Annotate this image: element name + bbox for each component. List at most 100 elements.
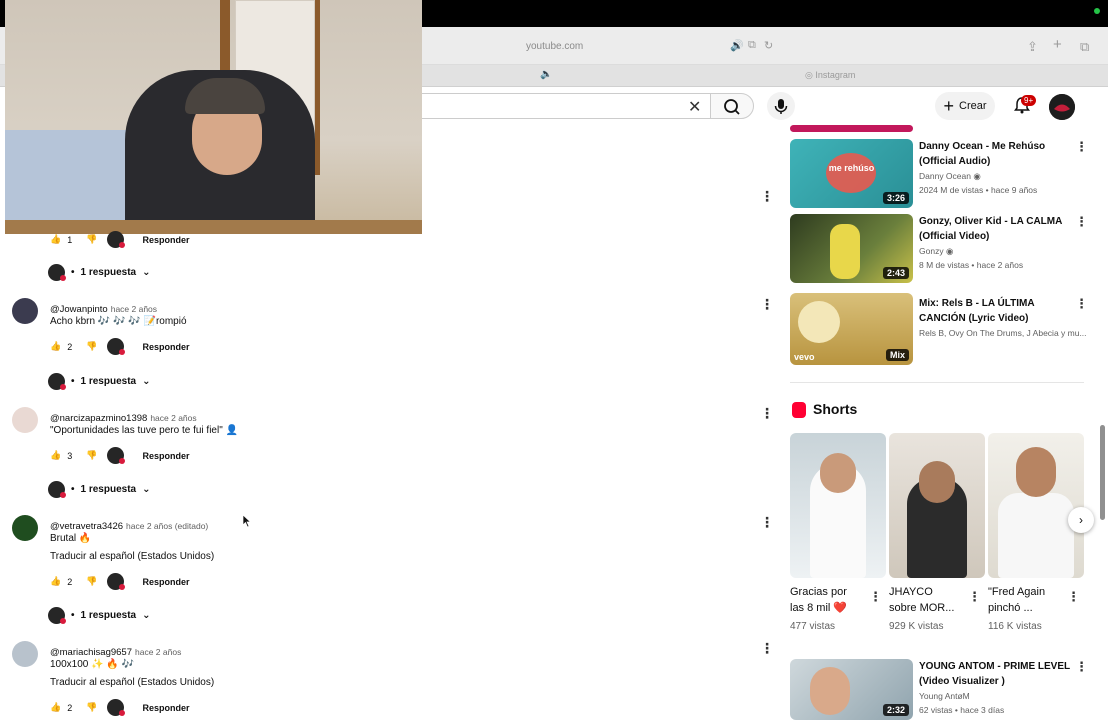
new-tab-icon[interactable]: + <box>1053 36 1062 53</box>
tab-instagram[interactable]: ◎ Instagram <box>805 70 855 81</box>
short-thumbnail[interactable] <box>790 433 886 578</box>
status-dot <box>1094 8 1100 14</box>
dislike-icon[interactable]: 👎 <box>86 234 97 245</box>
video-title-line: YOUNG ANTOM - PRIME LEVEL <box>919 661 1071 672</box>
share-icon[interactable]: ⇪ <box>1027 39 1038 55</box>
voice-search-button[interactable] <box>767 92 795 120</box>
more-actions-icon[interactable]: ⋮ <box>1075 139 1088 155</box>
speaker-icon[interactable]: 🔊 <box>730 39 744 52</box>
search-icon <box>724 99 740 115</box>
video-thumbnail-partial[interactable] <box>790 125 913 132</box>
view-replies-button[interactable]: • 1 respuesta ⌄ <box>48 607 151 624</box>
dislike-icon[interactable]: 👎 <box>86 341 97 352</box>
replies-count: 1 respuesta <box>80 267 137 278</box>
commenter-avatar[interactable] <box>12 407 38 433</box>
comment-author[interactable]: @Jowanpinto <box>50 304 108 315</box>
like-icon[interactable]: 👍 <box>50 341 61 352</box>
comment-time[interactable]: hace 2 años <box>135 647 181 657</box>
more-actions-icon[interactable]: ⋮ <box>1067 589 1080 605</box>
comment-time[interactable]: hace 2 años <box>111 304 157 314</box>
like-icon[interactable]: 👍 <box>50 576 61 587</box>
reply-button[interactable]: Responder <box>142 342 189 352</box>
video-title[interactable]: Danny Ocean - Me Rehúso (Official Audio) <box>919 139 1045 169</box>
video-thumbnail[interactable]: me rehúso 3:26 <box>790 139 913 208</box>
translate-link[interactable]: Traducir al español (Estados Unidos) <box>50 551 214 562</box>
like-icon[interactable]: 👍 <box>50 234 61 245</box>
tab-instagram-label: Instagram <box>815 70 856 80</box>
comment-time[interactable]: hace 2 años (editado) <box>126 521 208 531</box>
video-thumbnail[interactable]: vevo Mix <box>790 293 913 365</box>
view-replies-button[interactable]: • 1 respuesta ⌄ <box>48 481 151 498</box>
reload-icon[interactable]: ↻ <box>764 39 773 52</box>
comment-time[interactable]: hace 2 años <box>150 413 196 423</box>
more-actions-icon[interactable]: ⋮ <box>968 589 981 605</box>
comment-actions: 👍 3 👎 Responder <box>50 447 189 464</box>
short-title[interactable]: Gracias por las 8 mil ❤️ <box>790 584 847 616</box>
create-button[interactable]: + Crear <box>935 92 995 120</box>
more-actions-icon[interactable]: ⋮ <box>1075 659 1088 675</box>
address-bar[interactable]: youtube.com <box>526 41 583 52</box>
more-actions-icon[interactable]: ⋮ <box>760 405 774 422</box>
short-title-line: JHAYCO <box>889 586 933 598</box>
more-actions-icon[interactable]: ⋮ <box>1075 214 1088 230</box>
channel-name[interactable]: Danny Ocean ◉ <box>919 171 981 182</box>
short-thumbnail[interactable] <box>988 433 1084 578</box>
view-replies-button[interactable]: • 1 respuesta ⌄ <box>48 373 151 390</box>
dislike-icon[interactable]: 👎 <box>86 702 97 713</box>
like-icon[interactable]: 👍 <box>50 450 61 461</box>
channel-name[interactable]: Rels B, Ovy On The Drums, J Abecia y mu.… <box>919 328 1087 338</box>
comment-text: Acho kbrn 🎶 🎶 🎶 📝rompió <box>50 316 187 327</box>
more-actions-icon[interactable]: ⋮ <box>760 296 774 313</box>
shorts-next-button[interactable]: › <box>1068 507 1094 533</box>
video-meta: 8 M de vistas • hace 2 años <box>919 260 1024 270</box>
search-button[interactable] <box>710 93 754 119</box>
tabs-overview-icon[interactable]: ⧉ <box>1080 39 1089 55</box>
video-title[interactable]: Mix: Rels B - LA ÚLTIMA CANCIÓN (Lyric V… <box>919 296 1035 326</box>
dislike-icon[interactable]: 👎 <box>86 450 97 461</box>
view-replies-button[interactable]: • 1 respuesta ⌄ <box>48 264 151 281</box>
comment-header: @mariachisag9657 hace 2 años <box>50 642 181 660</box>
more-actions-icon[interactable]: ⋮ <box>760 640 774 657</box>
reply-button[interactable]: Responder <box>142 235 189 245</box>
translate-icon[interactable]: ⧉ <box>748 39 756 52</box>
short-title[interactable]: "Fred Again pinchó ... <box>988 584 1045 616</box>
channel-name[interactable]: Gonzy ◉ <box>919 246 953 257</box>
webcam-overlay <box>5 0 422 234</box>
reply-button[interactable]: Responder <box>142 451 189 461</box>
comment-actions: 👍 2 👎 Responder <box>50 699 189 716</box>
thumbnail-face <box>919 461 955 503</box>
short-thumbnail[interactable] <box>889 433 985 578</box>
verified-icon: ◉ <box>945 246 954 256</box>
comment-header: @vetravetra3426 hace 2 años (editado) <box>50 516 208 534</box>
channel-name[interactable]: Young AntøM <box>919 691 970 701</box>
reply-button[interactable]: Responder <box>142 703 189 713</box>
translate-link[interactable]: Traducir al español (Estados Unidos) <box>50 677 214 688</box>
video-title[interactable]: Gonzy, Oliver Kid - LA CALMA (Official V… <box>919 214 1062 244</box>
page-scrollbar[interactable] <box>1100 425 1105 520</box>
tab-audio-icon[interactable]: 🔈 <box>540 69 552 80</box>
creator-heart-avatar <box>107 699 126 716</box>
comment-author[interactable]: @narcizapazmino1398 <box>50 413 147 424</box>
short-title[interactable]: JHAYCO sobre MOR... <box>889 584 954 616</box>
like-icon[interactable]: 👍 <box>50 702 61 713</box>
dislike-icon[interactable]: 👎 <box>86 576 97 587</box>
reply-button[interactable]: Responder <box>142 577 189 587</box>
more-actions-icon[interactable]: ⋮ <box>869 589 882 605</box>
video-thumbnail[interactable]: 2:43 <box>790 214 913 283</box>
commenter-avatar[interactable] <box>12 641 38 667</box>
comment-author[interactable]: @vetravetra3426 <box>50 521 123 532</box>
close-icon[interactable]: ✕ <box>688 97 701 117</box>
duration-badge: 2:43 <box>882 267 909 279</box>
account-avatar[interactable] <box>1049 94 1075 120</box>
reply-avatar <box>48 607 66 624</box>
comment-author[interactable]: @mariachisag9657 <box>50 647 132 658</box>
replies-count: 1 respuesta <box>80 610 137 621</box>
video-title[interactable]: YOUNG ANTOM - PRIME LEVEL (Video Visuali… <box>919 659 1070 689</box>
commenter-avatar[interactable] <box>12 298 38 324</box>
commenter-avatar[interactable] <box>12 515 38 541</box>
search-input[interactable] <box>420 93 710 119</box>
more-actions-icon[interactable]: ⋮ <box>1075 296 1088 312</box>
video-thumbnail[interactable]: 2:32 <box>790 659 913 720</box>
more-actions-icon[interactable]: ⋮ <box>760 514 774 531</box>
more-actions-icon[interactable]: ⋮ <box>760 188 774 205</box>
